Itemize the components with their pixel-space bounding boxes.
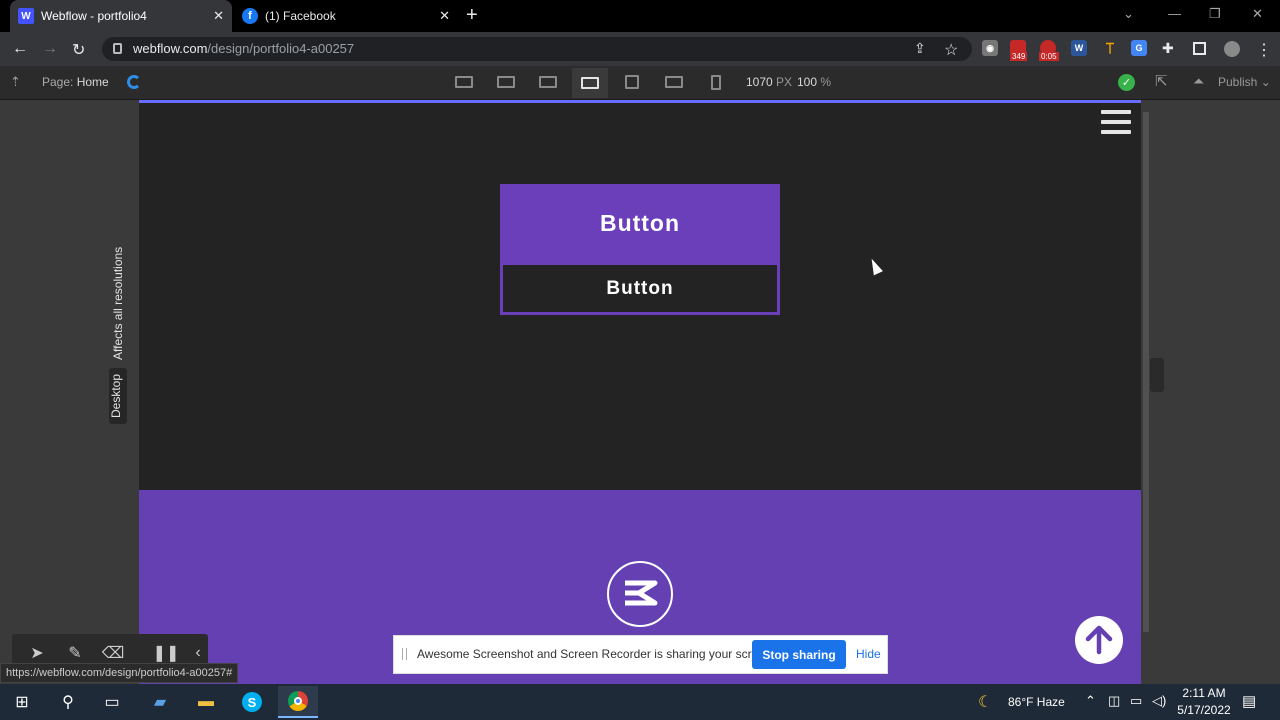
clock-date[interactable]: 5/17/2022 bbox=[1174, 703, 1234, 717]
side-panel-icon[interactable] bbox=[1193, 42, 1206, 55]
secondary-button[interactable]: Button bbox=[500, 262, 780, 315]
facebook-favicon-icon: f bbox=[242, 8, 258, 24]
hamburger-menu-icon[interactable] bbox=[1101, 110, 1131, 138]
width-value: 1070 bbox=[746, 75, 773, 89]
app-icon[interactable]: ▰ bbox=[140, 686, 180, 718]
publish-button[interactable]: Publish ⌄ bbox=[1218, 75, 1271, 89]
tab-facebook[interactable]: f (1) Facebook ✕ bbox=[236, 0, 458, 32]
weather-moon-icon[interactable]: ☾ bbox=[978, 692, 992, 712]
page-name: Home bbox=[76, 75, 109, 89]
export-icon[interactable]: ⇡ bbox=[10, 74, 21, 90]
profile-avatar[interactable] bbox=[1224, 41, 1240, 57]
file-explorer-icon[interactable]: ▬ bbox=[186, 686, 226, 718]
camera-extension-icon[interactable]: ◉ bbox=[982, 40, 998, 56]
width-unit: PX bbox=[776, 75, 793, 89]
tab-search-icon[interactable]: ⌄ bbox=[1123, 6, 1134, 22]
tab-webflow[interactable]: W Webflow - portfolio4 ✕ bbox=[10, 0, 232, 32]
url-host: webflow.com bbox=[133, 41, 208, 56]
translate-extension-icon[interactable]: G bbox=[1131, 40, 1147, 56]
menu-kebab-icon[interactable]: ⋮ bbox=[1256, 40, 1272, 60]
scrollbar-thumb[interactable] bbox=[1143, 112, 1149, 632]
canvas-zoom[interactable]: 100 % bbox=[797, 75, 831, 89]
page-label: Page: bbox=[42, 75, 74, 89]
stop-sharing-button[interactable]: Stop sharing bbox=[752, 640, 846, 669]
word-extension-icon[interactable]: W bbox=[1071, 40, 1087, 56]
canvas-resize-handle[interactable] bbox=[1150, 358, 1164, 392]
url-text[interactable]: webflow.com/design/portfolio4-a00257 bbox=[133, 41, 354, 56]
chrome-icon[interactable] bbox=[278, 686, 318, 718]
breakpoint-landscape-icon[interactable] bbox=[662, 73, 686, 91]
back-icon[interactable]: ← bbox=[12, 40, 28, 58]
network-icon[interactable]: ▭ bbox=[1130, 693, 1142, 709]
breakpoint-desktop-icon[interactable] bbox=[536, 73, 560, 91]
breakpoint-base-icon[interactable] bbox=[572, 68, 608, 98]
minimize-icon[interactable]: — bbox=[1168, 6, 1181, 21]
page-selector[interactable]: Page: Home bbox=[42, 75, 109, 89]
publish-label: Publish bbox=[1218, 75, 1258, 89]
recorder-timer-badge: 0:05 bbox=[1039, 52, 1059, 61]
pin-extension-icon[interactable]: ⟙ bbox=[1102, 40, 1118, 56]
lock-icon[interactable] bbox=[113, 43, 122, 54]
windows-start-icon[interactable]: ⊞ bbox=[2, 686, 42, 718]
tab-title: (1) Facebook bbox=[265, 9, 336, 23]
preview-share-icon[interactable]: ⇱ bbox=[1155, 72, 1168, 90]
volume-icon[interactable]: ◁) bbox=[1152, 693, 1166, 709]
breakpoint-large-desktop-icon[interactable] bbox=[452, 73, 476, 91]
clock-time[interactable]: 2:11 AM bbox=[1176, 686, 1232, 700]
tab-title: Webflow - portfolio4 bbox=[41, 9, 147, 23]
task-view-icon[interactable]: ▭ bbox=[92, 686, 132, 718]
tray-chevron-icon[interactable]: ⌃ bbox=[1085, 693, 1096, 709]
drag-handle-icon[interactable] bbox=[402, 648, 407, 660]
primary-button[interactable]: Button bbox=[500, 184, 780, 262]
weather-text[interactable]: 86°F Haze bbox=[1008, 695, 1065, 709]
breakpoint-tablet-icon[interactable] bbox=[620, 73, 644, 91]
zoom-unit: % bbox=[820, 75, 832, 89]
breakpoint-desktop-label: Desktop bbox=[109, 368, 127, 424]
close-tab-icon[interactable]: ✕ bbox=[213, 8, 224, 24]
close-tab-icon[interactable]: ✕ bbox=[439, 8, 450, 24]
sync-icon[interactable] bbox=[127, 75, 141, 89]
webflow-favicon-icon: W bbox=[18, 8, 34, 24]
sharing-message: Awesome Screenshot and Screen Recorder i… bbox=[417, 647, 775, 661]
arrow-up-icon bbox=[1085, 625, 1113, 655]
scroll-to-top-button[interactable] bbox=[1075, 616, 1123, 664]
skype-icon[interactable]: S bbox=[232, 686, 272, 718]
new-tab-icon[interactable]: + bbox=[466, 4, 478, 27]
affects-resolutions-label: Affects all resolutions bbox=[111, 246, 125, 360]
forward-icon[interactable]: → bbox=[42, 40, 58, 58]
canvas-width[interactable]: 1070 PX bbox=[746, 75, 792, 89]
saved-check-icon: ✓ bbox=[1118, 74, 1135, 91]
bookmark-star-icon[interactable]: ☆ bbox=[944, 40, 958, 60]
search-icon[interactable]: ⚲ bbox=[48, 686, 88, 718]
breakpoint-portrait-icon[interactable] bbox=[704, 73, 728, 91]
url-path: /design/portfolio4-a00257 bbox=[207, 41, 355, 56]
extension-badge: 349 bbox=[1010, 52, 1028, 61]
breakpoint-wide-desktop-icon[interactable] bbox=[494, 73, 518, 91]
share-icon[interactable]: ⇪ bbox=[914, 40, 926, 57]
hide-button[interactable]: Hide bbox=[856, 647, 881, 661]
status-bar-url: https://webflow.com/design/portfolio4-a0… bbox=[0, 663, 239, 683]
reload-icon[interactable]: ↻ bbox=[72, 40, 85, 60]
notifications-icon[interactable]: ▤ bbox=[1242, 692, 1256, 710]
extensions-puzzle-icon[interactable]: ✚ bbox=[1162, 40, 1174, 57]
restore-icon[interactable]: ❐ bbox=[1209, 6, 1221, 22]
publish-icon[interactable]: ⏶ bbox=[1193, 73, 1204, 90]
zoom-value: 100 bbox=[797, 75, 818, 89]
close-window-icon[interactable]: ✕ bbox=[1252, 6, 1263, 22]
canvas-gutter-right bbox=[1141, 100, 1280, 688]
logo-icon[interactable] bbox=[607, 561, 673, 627]
meet-now-icon[interactable]: ◫ bbox=[1108, 693, 1120, 709]
